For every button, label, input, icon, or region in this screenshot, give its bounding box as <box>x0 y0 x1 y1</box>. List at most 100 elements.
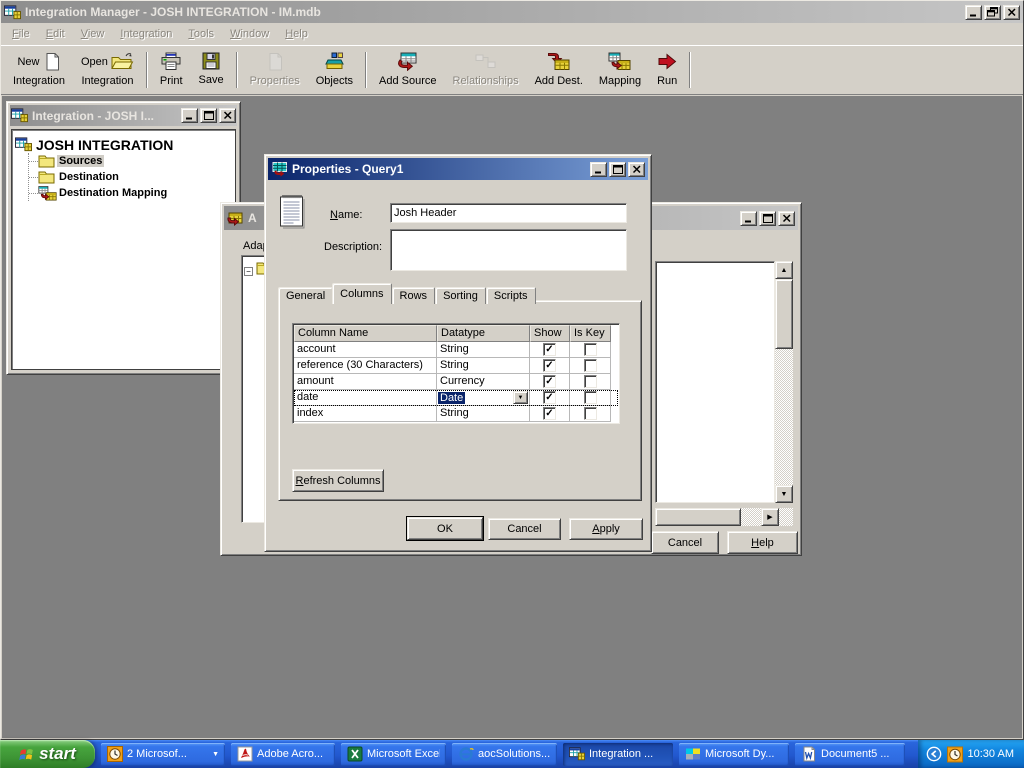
adapter-help-button[interactable]: Help <box>727 531 798 554</box>
tree-item-sources[interactable]: Sources <box>29 153 232 169</box>
minimize-button[interactable] <box>181 108 198 123</box>
grid-row-index[interactable]: indexString ✓ <box>294 406 618 422</box>
scrollbar-thumb[interactable] <box>775 279 793 349</box>
toolbar-open-integration-button[interactable]: OpenIntegration <box>73 48 142 92</box>
close-button[interactable] <box>628 162 645 177</box>
column-name-cell[interactable]: date <box>294 390 437 406</box>
show-checkbox[interactable]: ✓ <box>543 359 556 372</box>
taskbar-button-adobe-acro[interactable]: Adobe Acro... <box>231 743 335 766</box>
tree-item-destination-mapping[interactable]: Destination Mapping <box>29 185 232 201</box>
column-name-cell[interactable]: account <box>294 342 437 358</box>
scroll-right-icon[interactable]: ▶ <box>761 508 779 526</box>
scroll-up-icon[interactable]: ▲ <box>775 261 793 279</box>
column-name-cell[interactable]: reference (30 Characters) <box>294 358 437 374</box>
tree-item-destination[interactable]: Destination <box>29 169 232 185</box>
column-name-cell[interactable]: amount <box>294 374 437 390</box>
hide-icons-chevron-icon[interactable] <box>926 746 942 762</box>
adapter-detail-list[interactable] <box>655 261 775 503</box>
column-header-show[interactable]: Show <box>530 325 570 342</box>
refresh-columns-button[interactable]: Refresh Columns <box>292 469 384 492</box>
maximize-button[interactable] <box>759 211 776 226</box>
toolbar-save-button[interactable]: Save <box>191 48 232 92</box>
menu-file[interactable]: File <box>4 25 38 43</box>
taskbar-button-microsoft-dy[interactable]: Microsoft Dy... <box>679 743 789 766</box>
close-button[interactable] <box>778 211 795 226</box>
description-input[interactable] <box>390 229 627 271</box>
minimize-button[interactable] <box>590 162 607 177</box>
tab-scripts[interactable]: Scripts <box>486 287 536 304</box>
tab-sorting[interactable]: Sorting <box>435 287 486 304</box>
toolbar-run-button[interactable]: Run <box>649 48 685 92</box>
minimize-button[interactable] <box>740 211 757 226</box>
show-checkbox[interactable]: ✓ <box>543 391 556 404</box>
column-name-cell[interactable]: index <box>294 406 437 422</box>
is-key-checkbox[interactable] <box>584 343 597 356</box>
is-key-checkbox[interactable] <box>584 407 597 420</box>
ok-button[interactable]: OK <box>407 517 483 540</box>
cancel-button[interactable]: Cancel <box>488 518 561 540</box>
apply-button[interactable]: Apply <box>569 518 643 540</box>
columns-grid-body: accountString✓reference (30 Characters)S… <box>294 342 618 422</box>
taskbar-button-integration[interactable]: Integration ... <box>563 743 673 766</box>
tab-rows[interactable]: Rows <box>392 287 436 304</box>
adapter-cancel-button[interactable]: Cancel <box>651 531 719 554</box>
horizontal-scrollbar[interactable]: ▶ <box>655 508 793 526</box>
toolbar-mapping-button[interactable]: Mapping <box>591 48 649 92</box>
maximize-button[interactable] <box>609 162 626 177</box>
menu-help[interactable]: Help <box>277 25 316 43</box>
show-checkbox[interactable]: ✓ <box>543 375 556 388</box>
menu-integration[interactable]: Integration <box>112 25 180 43</box>
show-checkbox[interactable]: ✓ <box>543 343 556 356</box>
tab-general[interactable]: General <box>278 287 333 304</box>
is-key-checkbox[interactable] <box>584 375 597 388</box>
toolbar-new-integration-button[interactable]: NewIntegration <box>5 48 73 92</box>
is-key-checkbox[interactable] <box>584 359 597 372</box>
taskbar-button-microsoft-excel[interactable]: Microsoft Excel <box>341 743 446 766</box>
close-button[interactable] <box>1003 5 1020 20</box>
datatype-cell[interactable]: Currency <box>437 374 530 390</box>
grid-row-reference-30-characters[interactable]: reference (30 Characters)String ✓ <box>294 358 618 374</box>
menu-edit[interactable]: Edit <box>38 25 73 43</box>
integration-window-titlebar[interactable]: Integration - JOSH I... <box>10 105 237 126</box>
tree-expand-icon[interactable]: − <box>244 267 253 276</box>
grid-row-date[interactable]: dateDate▼ ✓ <box>294 390 618 406</box>
grid-row-account[interactable]: accountString ✓ <box>294 342 618 358</box>
tree-root-josh-integration[interactable]: JOSH INTEGRATION <box>15 136 232 153</box>
menu-tools[interactable]: Tools <box>180 25 222 43</box>
is-key-checkbox[interactable] <box>584 391 597 404</box>
taskbar-button-document5[interactable]: Document5 ... <box>795 743 905 766</box>
restore-button[interactable] <box>984 5 1001 20</box>
toolbar-add-dest-button[interactable]: Add Dest. <box>527 48 591 92</box>
close-button[interactable] <box>219 108 236 123</box>
column-header-is-key[interactable]: Is Key <box>570 325 611 342</box>
minimize-button[interactable] <box>965 5 982 20</box>
menu-view[interactable]: View <box>73 25 113 43</box>
column-header-column-name[interactable]: Column Name <box>294 325 437 342</box>
scroll-down-icon[interactable]: ▼ <box>775 485 793 503</box>
menu-window[interactable]: Window <box>222 25 277 43</box>
column-header-datatype[interactable]: Datatype <box>437 325 530 342</box>
show-checkbox[interactable]: ✓ <box>543 407 556 420</box>
datatype-combobox[interactable]: Date▼ <box>438 390 528 405</box>
datatype-cell[interactable]: String <box>437 358 530 374</box>
start-button[interactable]: start <box>0 740 95 768</box>
chevron-down-icon[interactable]: ▼ <box>513 391 528 404</box>
properties-dialog-titlebar[interactable]: Properties - Query1 <box>268 158 648 180</box>
datatype-cell[interactable]: String <box>437 406 530 422</box>
scrollbar-thumb[interactable] <box>655 508 741 526</box>
grid-row-amount[interactable]: amountCurrency ✓ <box>294 374 618 390</box>
taskbar-button-aocsolutions[interactable]: aocSolutions... <box>452 743 557 766</box>
toolbar-objects-button[interactable]: Objects <box>308 48 361 92</box>
main-titlebar[interactable]: Integration Manager - JOSH INTEGRATION -… <box>1 1 1023 23</box>
vertical-scrollbar[interactable]: ▲ ▼ <box>775 261 793 503</box>
toolbar-print-button[interactable]: Print <box>152 48 191 92</box>
datatype-cell[interactable]: Date▼ <box>437 390 530 406</box>
chevron-down-icon[interactable]: ▼ <box>212 751 219 758</box>
tray-clock-icon[interactable] <box>947 746 963 762</box>
name-input[interactable] <box>390 203 627 223</box>
maximize-button[interactable] <box>200 108 217 123</box>
taskbar-button-2-microsof[interactable]: 2 Microsof...▼ <box>101 743 225 766</box>
tab-columns[interactable]: Columns <box>332 283 391 304</box>
datatype-cell[interactable]: String <box>437 342 530 358</box>
toolbar-add-source-button[interactable]: Add Source <box>371 48 444 92</box>
